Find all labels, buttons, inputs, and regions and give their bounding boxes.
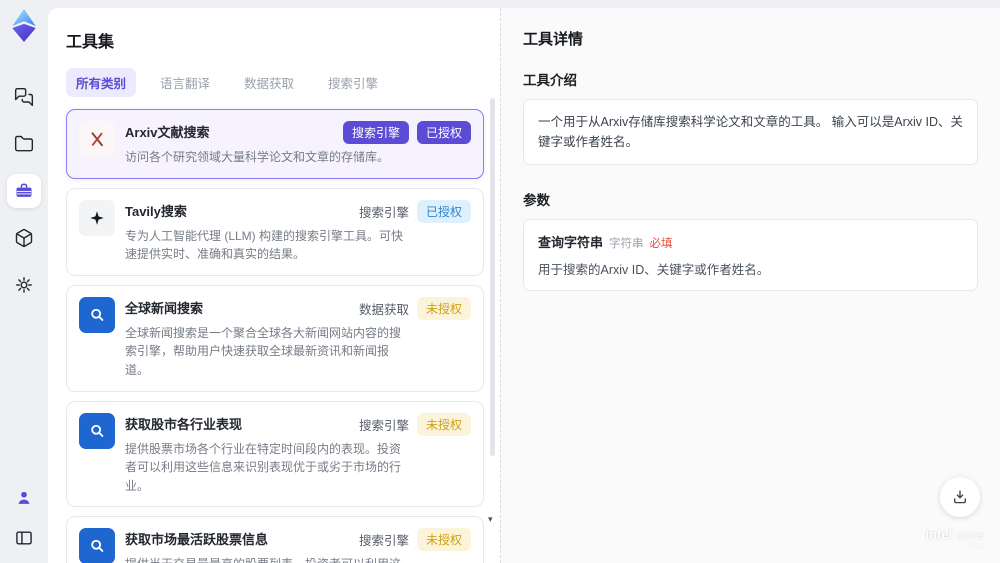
package-icon[interactable]: [7, 221, 41, 255]
tool-description: 提供股票市场各个行业在特定时间段内的表现。投资者可以利用这些信息来识别表现优于或…: [125, 441, 402, 493]
tool-auth-badge: 未授权: [416, 296, 471, 320]
download-button[interactable]: [940, 477, 980, 517]
tool-name: 获取市场最活跃股票信息: [125, 532, 269, 548]
tool-description: 访问各个研究领域大量科学论文和文章的存储库。: [125, 150, 390, 164]
intro-box: 一个用于从Arxiv存储库搜索科学论文和文章的工具。 输入可以是Arxiv ID…: [523, 99, 978, 165]
tool-list-pane: 工具集 所有类别 语言翻译 数据获取 搜索引擎 Arxiv文献搜索 搜索引擎 已…: [48, 8, 500, 563]
tab-language-translation[interactable]: 语言翻译: [150, 68, 220, 97]
toolbox-icon[interactable]: [7, 174, 41, 208]
settings-gear-icon[interactable]: [7, 268, 41, 302]
folder-icon[interactable]: [7, 127, 41, 161]
main-content: 工具集 所有类别 语言翻译 数据获取 搜索引擎 Arxiv文献搜索 搜索引擎 已…: [48, 8, 1000, 563]
page-title: 工具集: [66, 34, 115, 51]
category-tabs: 所有类别 语言翻译 数据获取 搜索引擎: [66, 68, 484, 97]
intro-heading: 工具介绍: [523, 73, 577, 88]
tool-card-list: Arxiv文献搜索 搜索引擎 已授权 访问各个研究领域大量科学论文和文章的存储库…: [66, 109, 484, 563]
collapse-panel-icon[interactable]: [7, 521, 41, 555]
brand-intel: intel: [925, 526, 953, 542]
param-name: 查询字符串: [538, 235, 604, 250]
tool-auth-badge: 未授权: [416, 528, 471, 552]
tool-auth-badge: 已授权: [416, 199, 471, 223]
intro-text: 一个用于从Arxiv存储库搜索科学论文和文章的工具。 输入可以是Arxiv ID…: [538, 115, 964, 149]
scrollbar-thumb[interactable]: [490, 98, 495, 457]
app-sidebar: [0, 0, 48, 563]
chat-icon[interactable]: [7, 80, 41, 114]
sparkle-icon: [79, 199, 115, 236]
news-search-icon: [79, 528, 115, 563]
tool-name: 获取股市各行业表现: [125, 416, 243, 432]
scroll-down-icon[interactable]: ▾: [488, 514, 493, 525]
tool-category: 搜索引擎: [358, 418, 409, 433]
news-search-icon: [79, 296, 115, 333]
user-profile-icon[interactable]: [7, 481, 41, 515]
tool-name: 全球新闻搜索: [125, 300, 204, 316]
tool-card[interactable]: 获取市场最活跃股票信息 搜索引擎 未授权 提供当天交易量最高的股票列表，投资者可…: [66, 516, 484, 563]
param-row: 查询字符串 字符串 必填: [538, 232, 963, 251]
tool-name: Arxiv文献搜索: [125, 125, 210, 140]
param-description: 用于搜索的Arxiv ID、关键字或作者姓名。: [538, 263, 770, 277]
tool-card[interactable]: 获取股市各行业表现 搜索引擎 未授权 提供股票市场各个行业在特定时间段内的表现。…: [66, 400, 484, 508]
app-logo-icon: [8, 8, 40, 44]
tool-description: 全球新闻搜索是一个聚合全球各大新闻网站内容的搜索引擎，帮助用户快速获取全球最新资…: [125, 325, 402, 377]
tool-detail-pane: 工具详情 工具介绍 一个用于从Arxiv存储库搜索科学论文和文章的工具。 输入可…: [500, 8, 1000, 563]
tool-card[interactable]: Tavily搜索 搜索引擎 已授权 专为人工智能代理 (LLM) 构建的搜索引擎…: [66, 187, 484, 276]
tool-card[interactable]: Arxiv文献搜索 搜索引擎 已授权 访问各个研究领域大量科学论文和文章的存储库…: [66, 109, 484, 179]
tool-description: 专为人工智能代理 (LLM) 构建的搜索引擎工具。可快速提供实时、准确和真实的结…: [125, 228, 404, 262]
params-heading: 参数: [523, 193, 550, 208]
brand-core: core: [956, 527, 984, 542]
param-type: 字符串: [609, 238, 644, 250]
tool-card[interactable]: 全球新闻搜索 数据获取 未授权 全球新闻搜索是一个聚合全球各大新闻网站内容的搜索…: [66, 284, 484, 392]
intel-core-logo: intel core Ultra: [925, 526, 984, 551]
news-search-icon: [79, 412, 115, 449]
tool-category: 搜索引擎: [358, 534, 409, 549]
tool-description: 提供当天交易量最高的股票列表，投资者可以利用这些信息来识别流动性强的股票和潜在的…: [125, 555, 403, 563]
brand-sub: Ultra: [969, 543, 984, 551]
arxiv-logo-icon: [79, 121, 115, 157]
param-box: 查询字符串 字符串 必填 用于搜索的Arxiv ID、关键字或作者姓名。: [523, 219, 978, 291]
list-scrollbar[interactable]: ▾: [488, 94, 496, 553]
tab-search-engine[interactable]: 搜索引擎: [318, 68, 388, 97]
tab-all-categories[interactable]: 所有类别: [66, 68, 137, 97]
tool-category: 数据获取: [358, 302, 409, 317]
tool-auth-badge: 未授权: [416, 412, 471, 436]
tool-auth-badge: 已授权: [416, 121, 471, 144]
tool-category: 搜索引擎: [358, 205, 409, 220]
tab-data-acquisition[interactable]: 数据获取: [234, 68, 304, 97]
tool-name: Tavily搜索: [125, 203, 187, 219]
param-required-flag: 必填: [649, 238, 673, 250]
detail-title: 工具详情: [523, 31, 584, 48]
tool-category: 搜索引擎: [342, 121, 409, 144]
